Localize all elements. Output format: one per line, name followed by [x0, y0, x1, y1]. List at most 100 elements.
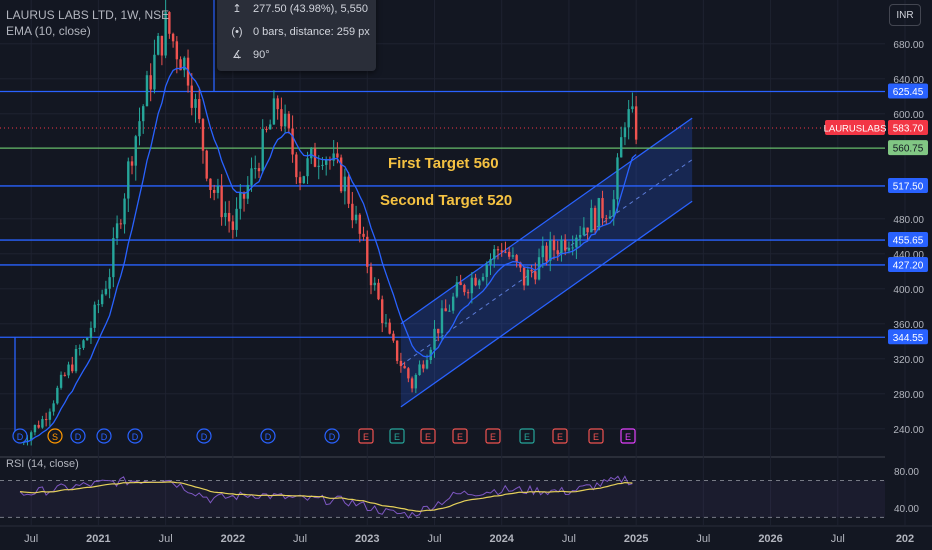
- candle-body: [556, 250, 559, 255]
- candle-body: [97, 304, 100, 306]
- candle-body: [257, 168, 261, 172]
- candle-body: [366, 236, 369, 267]
- candle-body: [593, 207, 597, 231]
- candle-body: [362, 233, 365, 237]
- candle-body: [224, 212, 227, 218]
- candle-body: [601, 198, 604, 219]
- second-target-label: Second Target 520: [380, 192, 512, 209]
- candle-body: [631, 106, 634, 110]
- candle-body: [216, 185, 220, 193]
- last-price-label: 583.70: [893, 124, 924, 135]
- candle-body: [108, 277, 111, 289]
- candle-body: [575, 237, 578, 248]
- range-text: 277.50 (43.98%), 5,550: [253, 2, 368, 15]
- candle-body: [41, 419, 44, 428]
- candle-body: [530, 269, 533, 272]
- time-tick-label: Jul: [159, 533, 173, 545]
- event-marker-letter: E: [425, 432, 431, 442]
- candle-body: [183, 57, 186, 71]
- candle-body: [239, 192, 242, 209]
- event-marker-letter: E: [524, 432, 530, 442]
- candle-body: [620, 137, 623, 158]
- candle-body: [295, 154, 298, 178]
- candle-body: [127, 161, 130, 199]
- time-tick-label: 2021: [86, 533, 110, 545]
- candle-body: [220, 185, 223, 218]
- candle-body: [489, 259, 492, 265]
- candle-body: [321, 164, 324, 166]
- candle-body: [623, 127, 627, 138]
- candle-body: [425, 360, 429, 369]
- candle-body: [100, 294, 104, 305]
- candle-body: [209, 178, 212, 190]
- candle-body: [130, 161, 134, 166]
- candle-body: [437, 328, 440, 334]
- candle-body: [534, 271, 537, 280]
- candle-body: [317, 165, 320, 167]
- candle-body: [86, 337, 89, 341]
- candle-body: [418, 364, 421, 375]
- candle-body: [522, 267, 526, 286]
- rsi-tick-label: 80.00: [894, 467, 919, 478]
- candle-body: [586, 227, 589, 233]
- candle-body: [388, 322, 391, 334]
- candle-body: [231, 221, 235, 230]
- candle-body: [153, 54, 156, 90]
- angle-row: ∡ 90°: [231, 48, 270, 62]
- candle-body: [597, 198, 600, 231]
- candle-body: [399, 360, 403, 367]
- candle-body: [608, 216, 612, 219]
- time-tick-label: 2022: [221, 533, 245, 545]
- price-chart[interactable]: First Target 560 Second Target 520 D S D D D D…: [0, 0, 932, 550]
- candle-body: [605, 218, 608, 220]
- time-tick-label: 2026: [758, 533, 782, 545]
- candle-body: [485, 264, 488, 277]
- candle-body: [496, 249, 500, 251]
- price-tick-label: 240.00: [893, 425, 924, 436]
- candle-body: [560, 239, 563, 255]
- candle-body: [369, 266, 373, 286]
- candle-body: [302, 176, 305, 184]
- candle-body: [395, 340, 399, 361]
- candle-body: [272, 98, 276, 125]
- event-marker-letter: E: [490, 432, 496, 442]
- candle-body: [578, 234, 582, 238]
- candle-body: [351, 203, 354, 221]
- angle-icon: ∡: [232, 49, 242, 61]
- candle-body: [291, 128, 294, 155]
- event-marker-letter: D: [17, 432, 24, 442]
- candle-body: [283, 113, 287, 127]
- candle-body: [410, 378, 414, 389]
- candle-body: [44, 419, 48, 421]
- candle-body: [444, 308, 447, 312]
- price-tick-label: 320.00: [893, 355, 924, 366]
- candle-body: [552, 239, 556, 251]
- candle-body: [254, 168, 257, 170]
- candle-body: [104, 288, 108, 295]
- level-price-label: 455.65: [893, 236, 924, 247]
- candle-body: [373, 282, 376, 286]
- candle-body: [474, 277, 477, 286]
- candle-body: [392, 333, 395, 341]
- candle-body: [414, 374, 418, 389]
- measure-tooltip: ↥ 277.50 (43.98%), 5,550 (•) 0 bars, dis…: [217, 0, 376, 71]
- candle-body: [549, 239, 552, 262]
- candle-body: [63, 374, 67, 376]
- candle-body: [463, 285, 466, 293]
- event-marker-letter: D: [132, 432, 139, 442]
- event-marker-letter: D: [201, 432, 208, 442]
- bars-icon: (•): [231, 26, 243, 38]
- chart-grid: [0, 0, 932, 550]
- rsi-tick-label: 40.00: [894, 504, 919, 515]
- time-tick-label: Jul: [293, 533, 307, 545]
- candle-body: [198, 99, 201, 120]
- candle-body: [56, 387, 59, 404]
- candle-body: [336, 153, 339, 158]
- candle-body: [451, 296, 455, 311]
- event-marker-letter: E: [593, 432, 599, 442]
- event-marker-letter: D: [265, 432, 272, 442]
- time-tick-label: Jul: [831, 533, 845, 545]
- currency-button[interactable]: INR: [889, 4, 921, 26]
- candle-body: [440, 308, 444, 334]
- price-tick-label: 680.00: [893, 40, 924, 51]
